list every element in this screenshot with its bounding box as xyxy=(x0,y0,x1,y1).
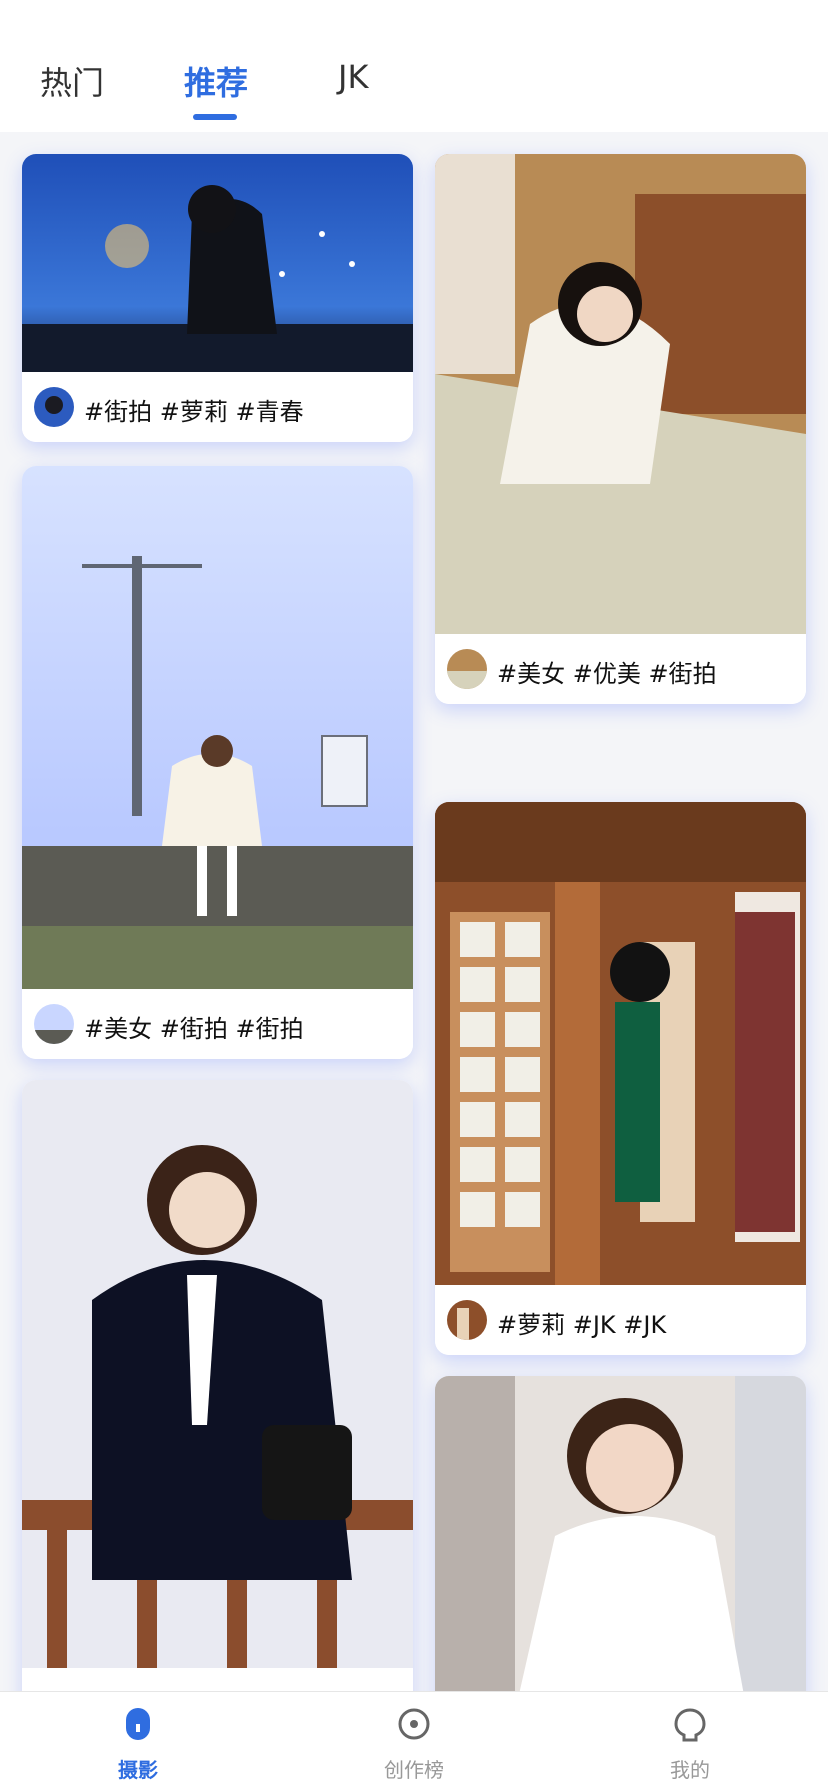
card-photo[interactable] xyxy=(22,466,413,989)
avatar[interactable] xyxy=(34,387,74,427)
tab-recommend[interactable]: 推荐 xyxy=(184,58,248,104)
card-photo[interactable] xyxy=(435,802,806,1285)
card-tags[interactable]: #街拍 #萝莉 #青春 xyxy=(84,392,304,427)
avatar[interactable] xyxy=(447,649,487,689)
avatar[interactable] xyxy=(447,1300,487,1340)
card-tags[interactable]: #美女 #优美 #街拍 xyxy=(497,654,717,689)
feed-card[interactable]: #萝莉 #JK #JK xyxy=(435,802,806,1355)
card-tags[interactable]: #美女 #街拍 #街拍 xyxy=(84,1009,304,1044)
card-meta: #美女 #优美 #街拍 xyxy=(435,634,806,704)
card-photo[interactable] xyxy=(435,154,806,634)
card-meta: #街拍 #萝莉 #青春 xyxy=(22,372,413,442)
feed-card[interactable]: #街拍 #萝莉 #青春 xyxy=(22,154,413,442)
feed-card[interactable]: #美女 #优美 #街拍 xyxy=(435,154,806,704)
feed-card[interactable] xyxy=(435,1376,806,1692)
nav-label: 我的 xyxy=(670,1758,710,1782)
tab-hot[interactable]: 热门 xyxy=(40,58,104,104)
card-photo[interactable] xyxy=(22,154,413,372)
card-photo[interactable] xyxy=(22,1080,413,1668)
feed-grid[interactable]: #街拍 #萝莉 #青春 #美女 #优美 #街拍 #美女 #街拍 #街拍 #萝莉 … xyxy=(0,132,828,1692)
tab-jk[interactable]: JK xyxy=(338,58,368,96)
bottom-nav: 摄影 创作榜 我的 xyxy=(0,1691,828,1792)
nav-item-photography[interactable]: 摄影 xyxy=(78,1692,198,1792)
card-tags[interactable]: #萝莉 #JK #JK xyxy=(497,1305,666,1340)
nav-item-mine[interactable]: 我的 xyxy=(630,1692,750,1792)
feed-card[interactable] xyxy=(22,1080,413,1692)
card-meta: #萝莉 #JK #JK xyxy=(435,1285,806,1355)
avatar[interactable] xyxy=(34,1004,74,1044)
rank-icon xyxy=(396,1706,432,1742)
nav-label: 摄影 xyxy=(118,1758,158,1782)
top-tab-bar: 热门 推荐 JK xyxy=(0,0,828,132)
nav-label: 创作榜 xyxy=(384,1758,444,1782)
photography-icon xyxy=(120,1706,156,1742)
active-tab-indicator xyxy=(193,114,237,120)
card-meta: #美女 #街拍 #街拍 xyxy=(22,989,413,1059)
profile-icon xyxy=(672,1706,708,1742)
nav-item-creation-rank[interactable]: 创作榜 xyxy=(354,1692,474,1792)
card-photo[interactable] xyxy=(435,1376,806,1692)
feed-card[interactable]: #美女 #街拍 #街拍 xyxy=(22,466,413,1059)
